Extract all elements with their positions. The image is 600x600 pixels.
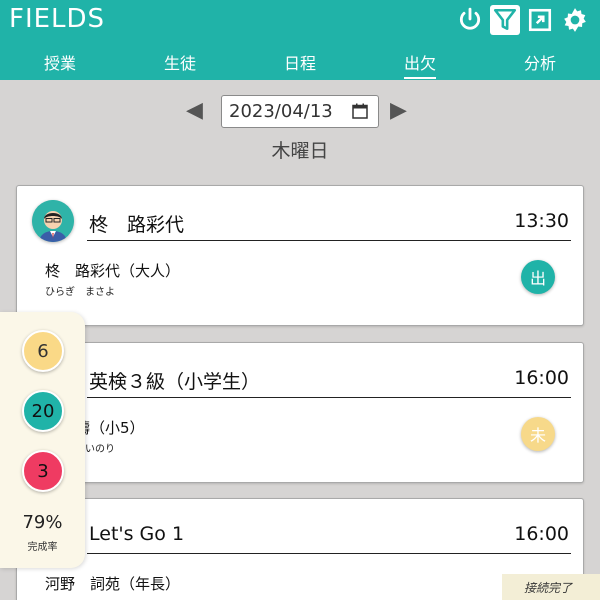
app-title: FIELDS bbox=[9, 4, 106, 34]
tab-schedule[interactable]: 日程 bbox=[260, 50, 340, 74]
filter-icon[interactable] bbox=[490, 5, 520, 35]
lesson-title: 柊 路彩代 bbox=[89, 214, 185, 236]
divider bbox=[87, 553, 571, 554]
lesson-card[interactable]: Let's Go 1 16:00 河野 詞苑（年長） bbox=[16, 498, 584, 600]
attendance-status-button[interactable]: 出 bbox=[521, 260, 555, 294]
student-name: 河野 詞苑（年長） bbox=[45, 575, 181, 593]
avatar bbox=[32, 200, 74, 242]
lesson-title: 英検３級（小学生） bbox=[89, 371, 261, 393]
absent-count-badge[interactable]: 3 bbox=[22, 450, 64, 492]
connection-status: 接続完了 bbox=[502, 574, 600, 600]
prev-day-icon[interactable]: ◀ bbox=[186, 98, 203, 123]
completion-rate: 79% bbox=[22, 512, 63, 533]
power-icon[interactable] bbox=[456, 6, 484, 34]
lesson-title: Let's Go 1 bbox=[89, 523, 185, 545]
date-input[interactable]: 2023/04/13 bbox=[221, 95, 379, 128]
calendar-icon[interactable] bbox=[352, 103, 368, 119]
completion-rate-label: 完成率 bbox=[27, 542, 58, 553]
lesson-time: 13:30 bbox=[514, 210, 569, 232]
attendance-status-button[interactable]: 未 bbox=[521, 417, 555, 451]
next-day-icon[interactable]: ▶ bbox=[390, 98, 407, 123]
tab-attendance[interactable]: 出欠 bbox=[380, 50, 460, 79]
weekday-label: 木曜日 bbox=[271, 140, 329, 162]
present-count-badge[interactable]: 20 bbox=[22, 390, 64, 432]
main-nav: 授業 生徒 日程 出欠 分析 bbox=[0, 44, 600, 79]
gear-icon[interactable] bbox=[561, 6, 589, 34]
divider bbox=[87, 240, 571, 241]
attendance-stats-panel: 6 20 3 79% 完成率 bbox=[0, 312, 85, 568]
tab-lessons[interactable]: 授業 bbox=[20, 50, 100, 74]
student-name: 柊 路彩代（大人） bbox=[45, 262, 181, 280]
app-header: FIELDS 授業 生徒 日程 出欠 分析 bbox=[0, 0, 600, 80]
expand-icon[interactable] bbox=[526, 6, 554, 34]
pending-count-badge[interactable]: 6 bbox=[22, 330, 64, 372]
tab-students[interactable]: 生徒 bbox=[140, 50, 220, 74]
lesson-time: 16:00 bbox=[514, 367, 569, 389]
lesson-card[interactable]: 柊 路彩代 13:30 柊 路彩代（大人） ひらぎ まさよ 出 bbox=[16, 185, 584, 326]
tab-analysis[interactable]: 分析 bbox=[500, 50, 580, 74]
divider bbox=[87, 397, 571, 398]
lesson-time: 16:00 bbox=[514, 523, 569, 545]
student-kana: ひらぎ まさよ bbox=[45, 287, 115, 298]
date-value: 2023/04/13 bbox=[229, 101, 333, 122]
lesson-card[interactable]: 英検３級（小学生） 16:00 東 禱（小5） ひがし いのり 未 bbox=[16, 342, 584, 483]
